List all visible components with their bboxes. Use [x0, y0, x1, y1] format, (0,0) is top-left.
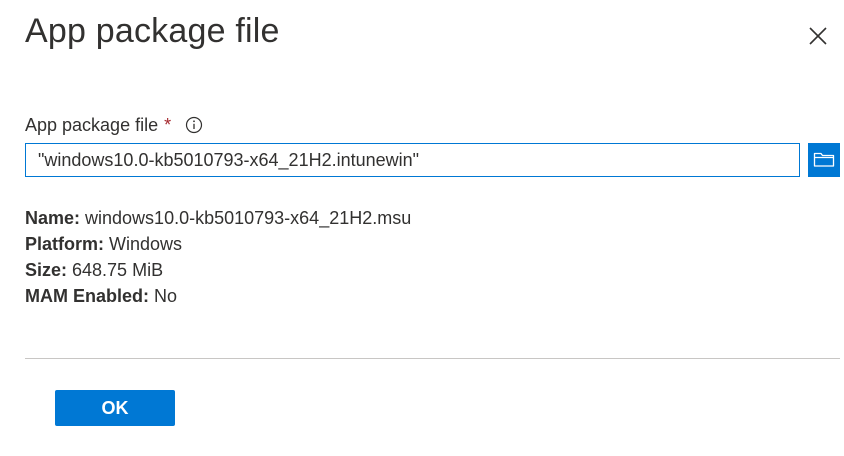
- detail-name-value: windows10.0-kb5010793-x64_21H2.msu: [85, 208, 412, 228]
- footer-divider: [25, 358, 840, 359]
- close-button[interactable]: [804, 22, 832, 50]
- field-label-row: App package file *: [25, 114, 203, 136]
- detail-mam-label: MAM Enabled:: [25, 286, 154, 306]
- detail-mam-value: No: [154, 286, 178, 306]
- detail-size-value: 648.75 MiB: [72, 260, 164, 280]
- ok-button[interactable]: OK: [55, 390, 175, 426]
- dialog-title: App package file: [25, 12, 280, 50]
- detail-size-label: Size:: [25, 260, 73, 280]
- folder-icon: [813, 150, 835, 171]
- detail-platform-label: Platform:: [25, 234, 110, 254]
- detail-platform: Platform: Windows: [25, 231, 411, 257]
- detail-size: Size: 648.75 MiB: [25, 257, 411, 283]
- detail-name-label: Name:: [25, 208, 86, 228]
- required-marker: *: [164, 114, 172, 135]
- package-details: Name: windows10.0-kb5010793-x64_21H2.msu…: [25, 205, 411, 309]
- info-icon[interactable]: [185, 116, 203, 134]
- detail-name: Name: windows10.0-kb5010793-x64_21H2.msu: [25, 205, 411, 231]
- browse-button[interactable]: [808, 143, 840, 177]
- app-package-file-input[interactable]: [25, 143, 800, 177]
- detail-platform-value: Windows: [109, 234, 183, 254]
- field-label: App package file: [25, 114, 159, 135]
- app-package-file-dialog: App package file App package file * "win…: [0, 0, 844, 456]
- detail-mam: MAM Enabled: No: [25, 283, 411, 309]
- close-icon: [804, 22, 832, 50]
